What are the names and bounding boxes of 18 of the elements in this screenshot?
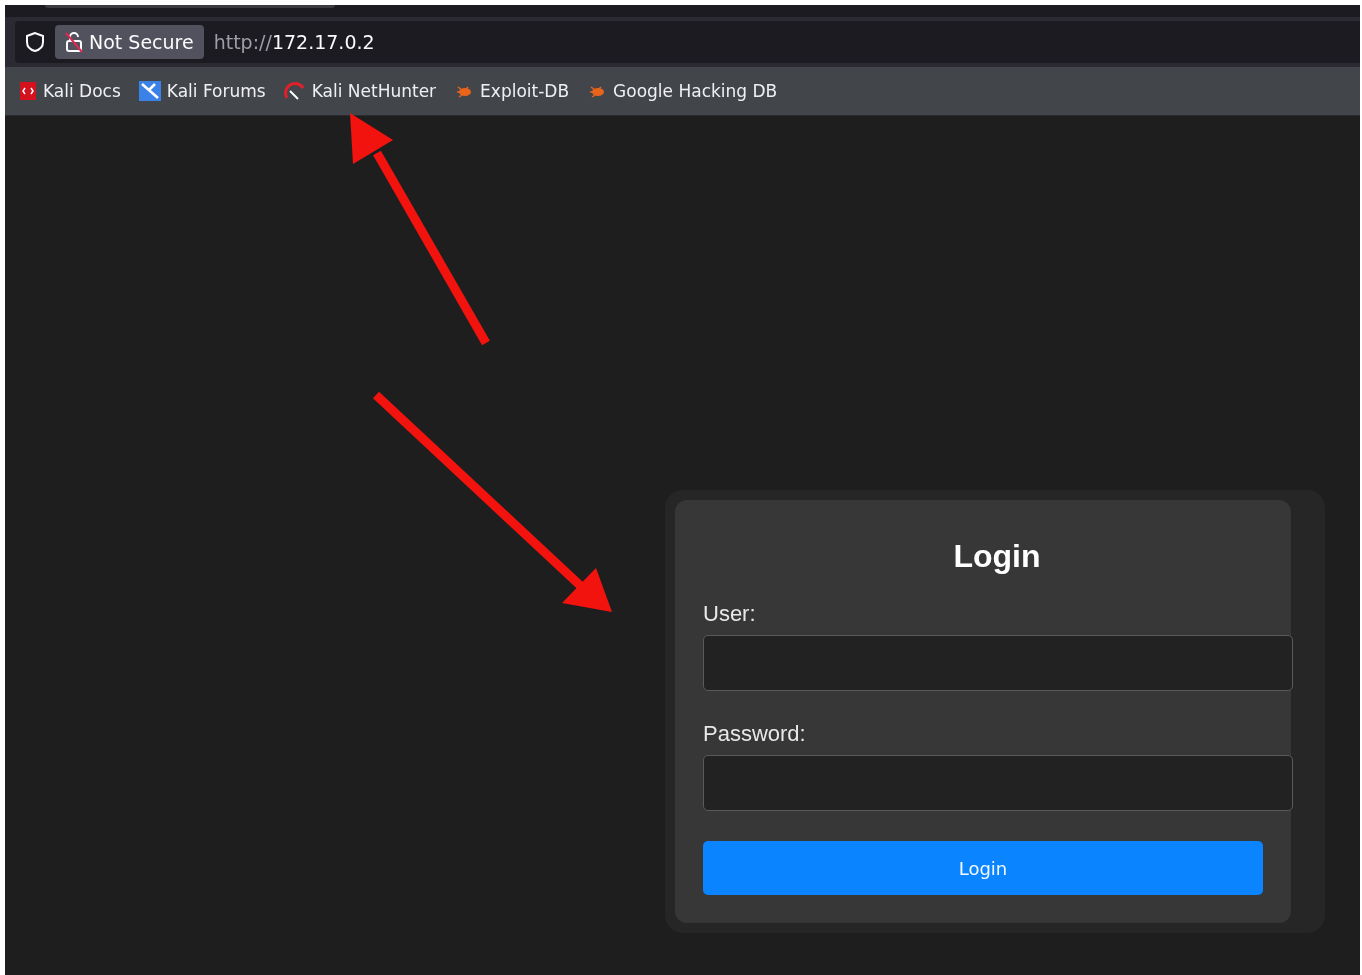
not-secure-button[interactable]: Not Secure	[55, 25, 204, 59]
shield-icon[interactable]	[25, 31, 45, 53]
bookmark-link[interactable]: Kali NetHunter	[283, 81, 437, 101]
bookmark-link[interactable]: Google Hacking DB	[587, 81, 778, 101]
bookmark-link[interactable]: Exploit-DB	[454, 81, 570, 101]
wrench-icon	[138, 81, 161, 101]
url-text: http://172.17.0.2	[213, 31, 375, 53]
address-bar[interactable]: Not Secure http://172.17.0.2	[15, 21, 1360, 63]
bookmark-link[interactable]: Kali Forums	[138, 81, 266, 101]
input-field[interactable]	[703, 635, 1293, 691]
field-label: Password:	[703, 721, 807, 747]
field-label: User:	[703, 601, 757, 627]
book-icon	[19, 81, 37, 101]
input-field[interactable]	[703, 755, 1293, 811]
hook-icon	[283, 81, 306, 101]
crossed-lock-icon	[65, 31, 83, 53]
bookmark-link[interactable]: Kali Docs	[19, 81, 121, 101]
login-title: Login	[952, 538, 1042, 575]
